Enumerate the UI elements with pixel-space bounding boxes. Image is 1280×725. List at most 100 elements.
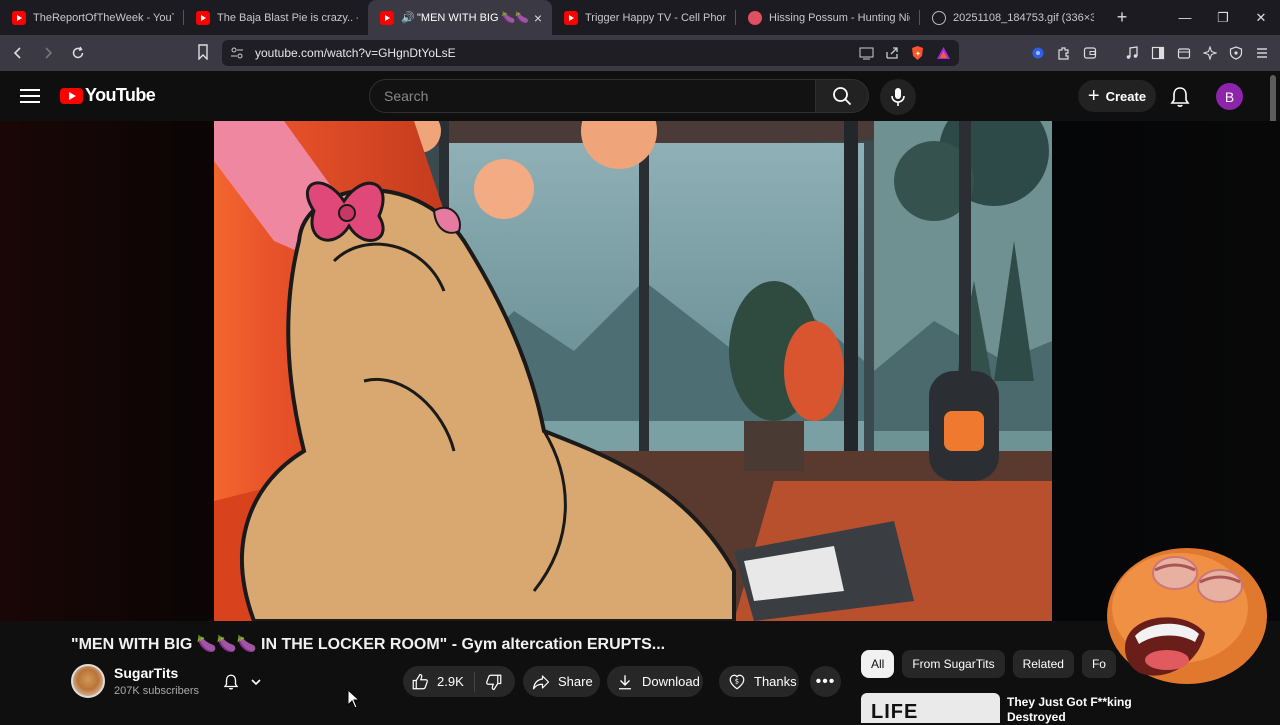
- video-player[interactable]: [0, 121, 1280, 621]
- cast-icon[interactable]: [859, 47, 874, 60]
- close-tab-icon[interactable]: ×: [534, 10, 542, 26]
- new-tab-button[interactable]: +: [1108, 4, 1136, 32]
- vpn-icon[interactable]: [1028, 43, 1048, 63]
- leo-ai-icon[interactable]: [1200, 43, 1220, 63]
- chip-all[interactable]: All: [861, 650, 895, 678]
- recommendation-chips: All From SugarTits Related Fo: [861, 650, 1116, 678]
- video-frame[interactable]: [214, 121, 1052, 621]
- bookmark-icon[interactable]: [196, 44, 210, 60]
- media-icon[interactable]: [1122, 43, 1142, 63]
- account-avatar[interactable]: B: [1216, 83, 1243, 110]
- youtube-masthead: YouTube + Create B: [0, 71, 1280, 121]
- search-box: [369, 79, 816, 113]
- reload-icon[interactable]: [65, 39, 90, 67]
- download-icon: [619, 674, 631, 689]
- minimize-icon[interactable]: —: [1166, 0, 1204, 35]
- like-count: 2.9K: [437, 674, 464, 689]
- thumbs-down-icon: [485, 674, 502, 690]
- mouse-cursor-icon: [347, 689, 361, 709]
- like-dislike-group: 2.9K: [403, 666, 515, 697]
- chip-related[interactable]: Related: [1012, 650, 1074, 678]
- video-frame-image: [214, 121, 1052, 621]
- browser-tab[interactable]: The Baja Blast Pie is crazy.. - YouTube: [184, 0, 368, 35]
- share-icon: [532, 674, 550, 689]
- thumbs-up-icon: [412, 673, 428, 689]
- youtube-play-icon: [60, 87, 83, 104]
- notifications-bell-icon[interactable]: [1168, 85, 1192, 109]
- browser-tab[interactable]: Hissing Possum - Hunting Nigg: [736, 0, 920, 35]
- youtube-icon: [196, 10, 210, 25]
- forward-icon[interactable]: [35, 39, 60, 67]
- site-settings-icon[interactable]: [230, 46, 244, 60]
- youtube-icon: [564, 10, 578, 25]
- channel-name[interactable]: SugarTits: [114, 665, 178, 681]
- tab-title: 20251108_184753.gif (336×357): [953, 11, 1094, 24]
- youtube-icon: [380, 10, 394, 25]
- plus-icon: +: [1087, 85, 1100, 107]
- browser-menu-icon[interactable]: [1252, 43, 1272, 63]
- more-icon: •••: [815, 672, 836, 690]
- globe-icon: [932, 10, 946, 25]
- svg-text:✦: ✦: [915, 50, 921, 58]
- video-title: "MEN WITH BIG 🍆🍆🍆 IN THE LOCKER ROOM" - …: [71, 636, 666, 653]
- share-label: Share: [558, 674, 593, 689]
- sidebar-icon[interactable]: [1148, 43, 1168, 63]
- tab-title: "MEN WITH BIG 🍆🍆🍆: [417, 12, 528, 24]
- speaker-icon[interactable]: 🔊: [401, 11, 415, 24]
- restore-icon[interactable]: ❐: [1204, 0, 1242, 35]
- guide-menu-icon[interactable]: [18, 86, 42, 106]
- browser-tab[interactable]: TheReportOfTheWeek - YouTube: [0, 0, 184, 35]
- window-controls: — ❐ ✕: [1166, 0, 1280, 35]
- search-input[interactable]: [370, 80, 815, 112]
- chip-from-channel[interactable]: From SugarTits: [902, 650, 1005, 678]
- possum-icon: [748, 10, 762, 25]
- tab-title: TheReportOfTheWeek - YouTube: [33, 11, 174, 24]
- potato-face-sticker: [1095, 538, 1270, 688]
- address-bar[interactable]: youtube.com/watch?v=GHgnDtYoLsE ✦: [222, 40, 959, 66]
- search-button[interactable]: [815, 79, 869, 113]
- microphone-icon: [891, 88, 905, 106]
- back-icon[interactable]: [5, 39, 30, 67]
- extensions-icon[interactable]: [1054, 43, 1074, 63]
- subscription-notification-button[interactable]: [222, 668, 274, 696]
- close-window-icon[interactable]: ✕: [1242, 0, 1280, 35]
- download-button[interactable]: Download: [607, 666, 703, 697]
- youtube-logo-text: YouTube: [85, 85, 156, 105]
- like-button[interactable]: 2.9K: [403, 671, 475, 692]
- create-label: Create: [1105, 88, 1147, 104]
- youtube-icon: [12, 10, 26, 25]
- browser-tab[interactable]: Trigger Happy TV - Cell Phone -: [552, 0, 736, 35]
- dislike-button[interactable]: [475, 673, 503, 691]
- create-button[interactable]: + Create: [1078, 80, 1156, 112]
- brave-rewards-icon[interactable]: [936, 46, 951, 60]
- wallet-icon[interactable]: [1080, 43, 1100, 63]
- vpn-shield-icon[interactable]: [1226, 43, 1246, 63]
- youtube-logo[interactable]: YouTube: [60, 85, 156, 106]
- download-label: Download: [642, 674, 700, 689]
- brave-shield-icon[interactable]: ✦: [910, 45, 925, 61]
- tab-title: The Baja Blast Pie is crazy.. - YouTube: [217, 11, 358, 24]
- channel-avatar[interactable]: [71, 664, 105, 698]
- svg-text:$: $: [735, 677, 739, 685]
- share-page-icon[interactable]: [885, 46, 899, 60]
- recommended-video-thumbnail[interactable]: LIFE: [861, 693, 1000, 723]
- wallet-alt-icon[interactable]: [1174, 43, 1194, 63]
- thanks-label: Thanks: [754, 674, 797, 689]
- share-button[interactable]: Share: [523, 666, 600, 697]
- tab-title: Trigger Happy TV - Cell Phone -: [585, 11, 726, 24]
- browser-tab[interactable]: 20251108_184753.gif (336×357): [920, 0, 1104, 35]
- recommended-video-title[interactable]: They Just Got F**king Destroyed: [1007, 695, 1157, 725]
- tab-title: Hissing Possum - Hunting Nigg: [769, 11, 910, 24]
- browser-tab-strip: TheReportOfTheWeek - YouTube The Baja Bl…: [0, 0, 1280, 35]
- browser-tab-active[interactable]: 🔊 "MEN WITH BIG 🍆🍆🍆 ×: [368, 0, 552, 35]
- more-actions-button[interactable]: •••: [810, 666, 841, 697]
- super-thanks-icon: $: [729, 674, 745, 689]
- extensions-area: [1028, 35, 1280, 71]
- chevron-down-icon: [251, 679, 261, 686]
- notification-bell-icon: [223, 674, 239, 690]
- browser-toolbar: youtube.com/watch?v=GHgnDtYoLsE ✦: [0, 35, 1280, 71]
- thanks-button[interactable]: $ Thanks: [719, 666, 799, 697]
- voice-search-button[interactable]: [880, 79, 916, 115]
- url-text: youtube.com/watch?v=GHgnDtYoLsE: [255, 46, 456, 60]
- search-icon: [833, 87, 852, 106]
